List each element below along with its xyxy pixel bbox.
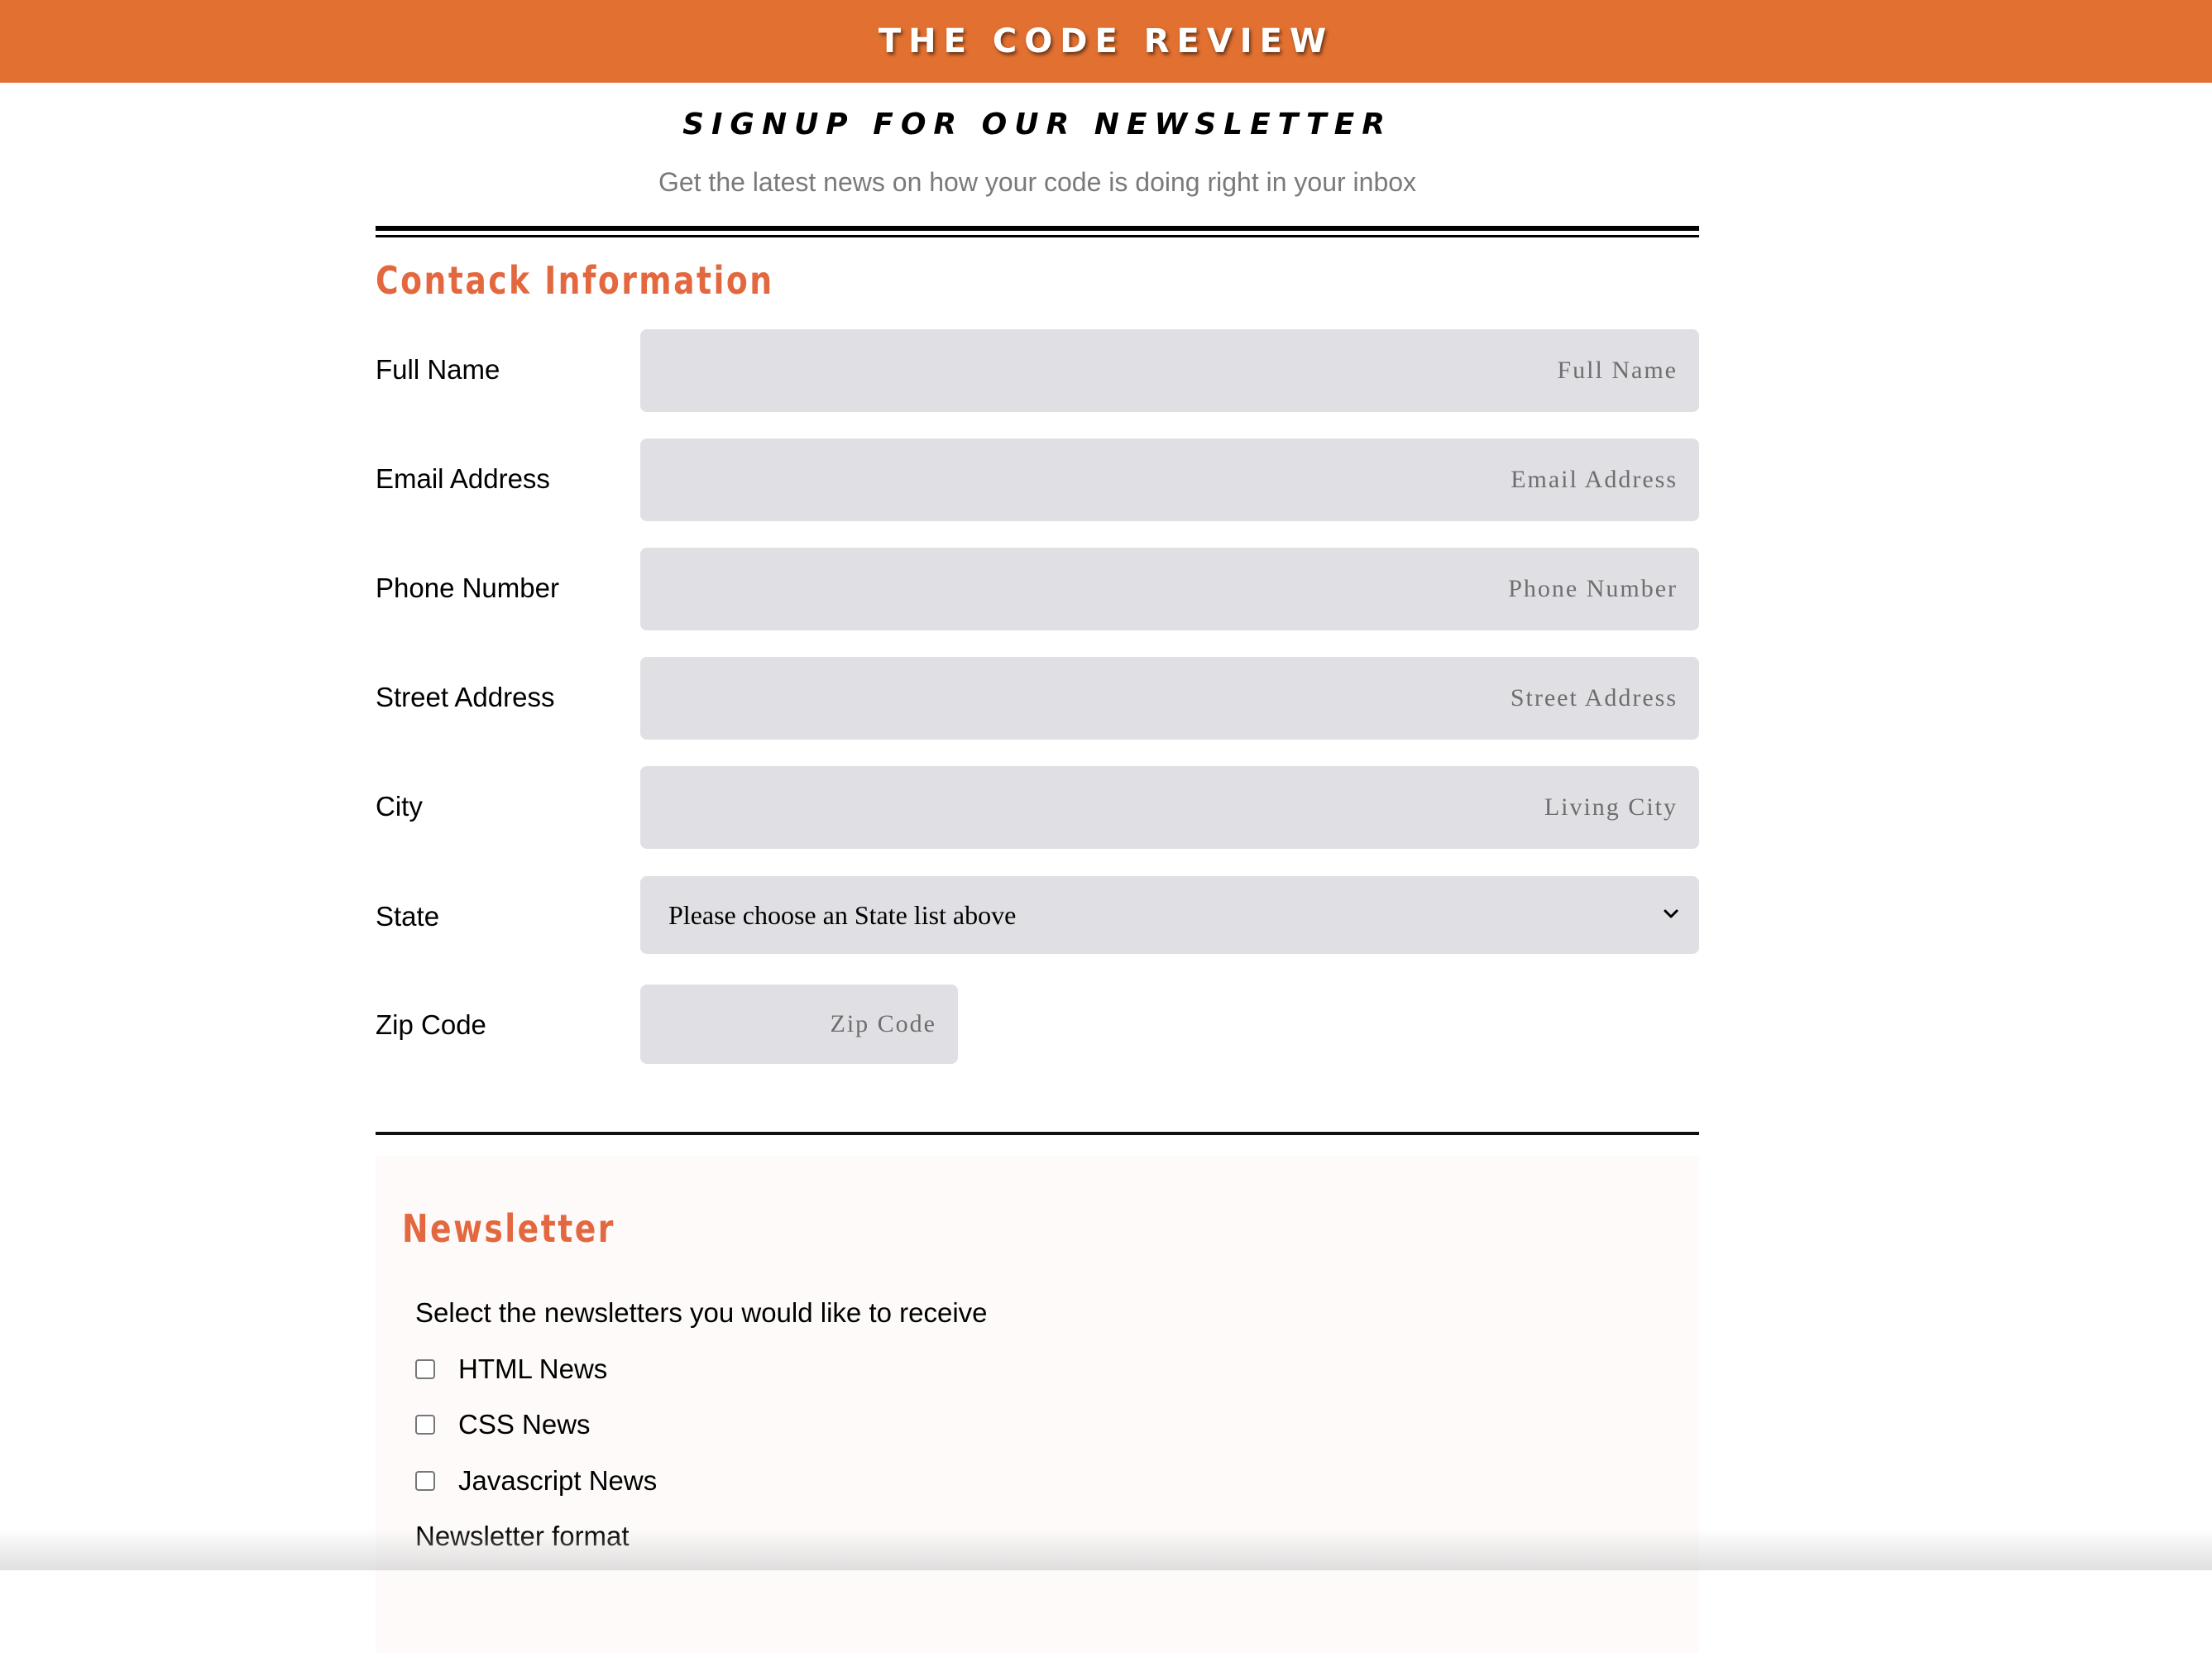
- newsletter-section-title: Newsletter: [402, 1206, 615, 1251]
- street-input[interactable]: [640, 657, 1699, 740]
- full-name-input[interactable]: [640, 329, 1699, 412]
- email-input[interactable]: [640, 438, 1699, 521]
- zip-input[interactable]: [640, 985, 958, 1064]
- full-name-label: Full Name: [376, 354, 500, 385]
- phone-input[interactable]: [640, 548, 1699, 630]
- html-news-option[interactable]: HTML News: [415, 1354, 607, 1385]
- city-input[interactable]: [640, 766, 1699, 849]
- zip-label: Zip Code: [376, 1009, 486, 1040]
- javascript-news-label: Javascript News: [458, 1465, 658, 1496]
- email-label: Email Address: [376, 463, 550, 494]
- city-label: City: [376, 791, 423, 822]
- state-label: State: [376, 901, 440, 932]
- state-selected-value: Please choose an State list above: [668, 899, 1017, 930]
- css-news-checkbox[interactable]: [415, 1415, 435, 1435]
- page-subtitle: Get the latest news on how your code is …: [658, 167, 1417, 197]
- double-divider: [376, 226, 1699, 237]
- contact-section-title: Contack Information: [376, 258, 774, 303]
- css-news-option[interactable]: CSS News: [415, 1409, 591, 1440]
- state-select[interactable]: Please choose an State list above: [640, 876, 1699, 954]
- newsletter-prompt: Select the newsletters you would like to…: [415, 1297, 988, 1328]
- page-title: SIGNUP FOR OUR NEWSLETTER: [682, 108, 1392, 141]
- top-header-bar: THE CODE REVIEW: [0, 0, 2212, 83]
- html-news-label: HTML News: [458, 1354, 608, 1384]
- javascript-news-option[interactable]: Javascript News: [415, 1465, 657, 1497]
- bottom-shadow: [0, 1529, 2212, 1570]
- chevron-down-icon: [1664, 909, 1678, 918]
- street-label: Street Address: [376, 682, 555, 712]
- css-news-label: CSS News: [458, 1409, 591, 1440]
- javascript-news-checkbox[interactable]: [415, 1471, 435, 1491]
- section-divider: [376, 1132, 1699, 1135]
- phone-label: Phone Number: [376, 573, 559, 603]
- newsletter-panel: Newsletter Select the newsletters you wo…: [376, 1157, 1699, 1653]
- html-news-checkbox[interactable]: [415, 1359, 435, 1379]
- site-brand: THE CODE REVIEW: [878, 22, 1334, 60]
